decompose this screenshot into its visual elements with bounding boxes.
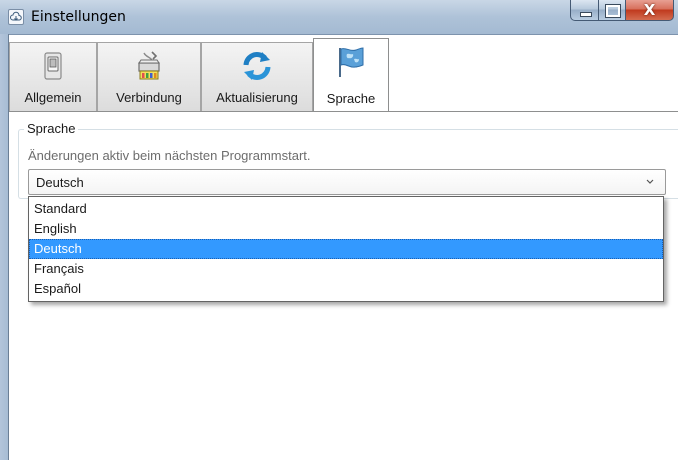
settings-window: Einstellungen X Allgemein Verbindung Akt…: [0, 0, 678, 460]
flag-icon: [339, 47, 364, 77]
combo-selected-value: Deutsch: [36, 175, 84, 190]
language-option-francais[interactable]: Français: [29, 259, 663, 279]
minimize-icon: [580, 12, 592, 17]
tab-label: Allgemein: [24, 90, 82, 105]
restart-hint-text: Änderungen aktiv beim nächsten Programms…: [28, 148, 311, 163]
language-option-espanol[interactable]: Español: [29, 279, 663, 299]
tab-allgemein[interactable]: Allgemein: [9, 42, 97, 111]
tab-aktualisierung[interactable]: Aktualisierung: [201, 42, 313, 111]
tab-label: Verbindung: [116, 90, 182, 105]
tab-verbindung[interactable]: Verbindung: [97, 42, 201, 111]
language-option-standard[interactable]: Standard: [29, 199, 663, 219]
minimize-button[interactable]: [570, 0, 599, 21]
language-option-deutsch[interactable]: Deutsch: [29, 239, 663, 259]
tab-sprache[interactable]: Sprache: [313, 38, 389, 112]
tab-label: Aktualisierung: [216, 90, 298, 105]
tab-label: Sprache: [326, 91, 376, 106]
window-title: Einstellungen: [31, 9, 126, 25]
switch-icon: [44, 52, 62, 80]
tab-panel-border: [9, 111, 678, 112]
language-dropdown-list: Standard English Deutsch Français Españo…: [28, 196, 664, 302]
refresh-icon: [243, 52, 271, 80]
network-connector-icon: [138, 51, 160, 80]
maximize-button[interactable]: [599, 0, 626, 21]
close-button[interactable]: X: [626, 0, 674, 21]
group-title: Sprache: [24, 121, 79, 136]
caption-buttons: X: [570, 0, 674, 22]
maximize-icon: [605, 4, 621, 18]
app-cloud-icon[interactable]: [8, 9, 24, 25]
language-option-english[interactable]: English: [29, 219, 663, 239]
title-bar[interactable]: Einstellungen X: [0, 0, 678, 35]
chevron-down-icon[interactable]: [645, 176, 655, 186]
language-combobox[interactable]: Deutsch: [28, 169, 666, 195]
window-frame-left: [0, 34, 8, 460]
close-icon: X: [643, 1, 656, 19]
